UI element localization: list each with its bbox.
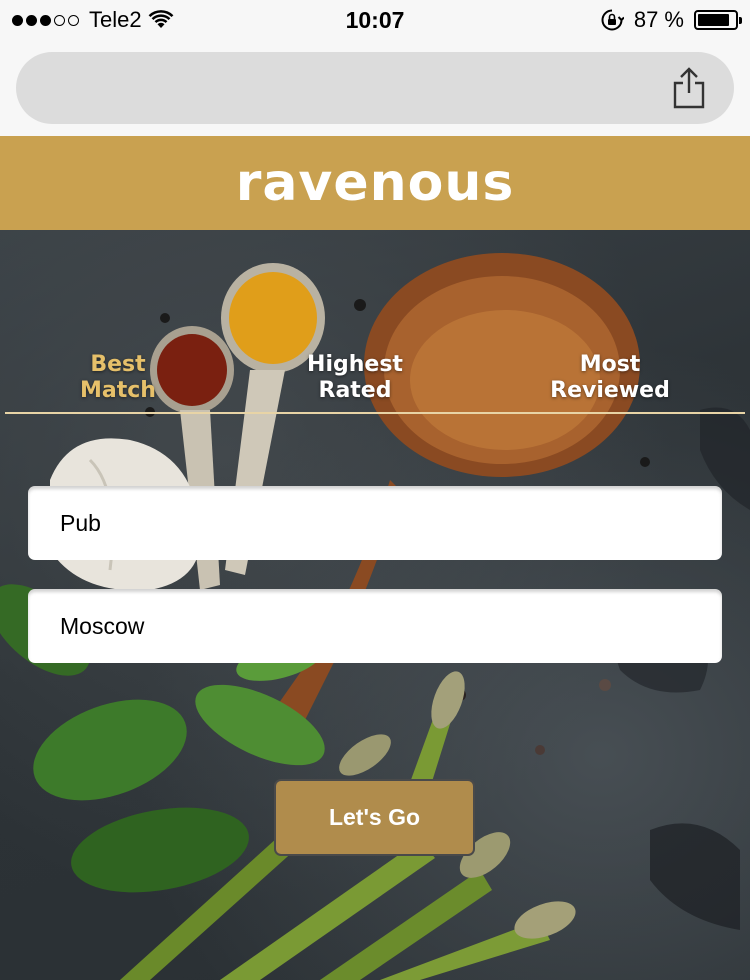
location-input[interactable] — [28, 589, 722, 663]
status-left: Tele2 — [12, 7, 174, 33]
signal-dot — [68, 14, 79, 26]
signal-strength-icon — [12, 14, 79, 26]
signal-dot — [12, 14, 23, 26]
tab-label-line: Best — [90, 352, 146, 377]
sort-tab-highest-rated[interactable]: Highest Rated — [295, 352, 415, 404]
battery-fill — [698, 14, 730, 26]
tab-label-line: Highest — [307, 352, 403, 377]
signal-dot — [26, 14, 37, 26]
app-header: ravenous — [0, 136, 750, 230]
app-title: ravenous — [235, 153, 515, 213]
carrier-name: Tele2 — [89, 7, 142, 32]
signal-dot — [40, 14, 51, 26]
rotation-lock-icon — [601, 9, 624, 31]
battery-icon — [694, 10, 742, 30]
share-icon[interactable] — [668, 66, 710, 110]
browser-toolbar — [0, 40, 750, 136]
signal-dot — [54, 14, 65, 26]
battery-percentage: 87 % — [633, 7, 684, 32]
sort-options: Best Match Highest Rated Most Reviewed — [5, 352, 745, 414]
status-right: 87 % — [600, 7, 742, 33]
address-bar[interactable] — [16, 52, 734, 124]
tab-label-line: Reviewed — [550, 378, 670, 403]
lets-go-button[interactable]: Let's Go — [274, 779, 475, 856]
tab-label-line: Match — [80, 378, 156, 403]
tab-label-line: Most — [579, 352, 641, 377]
sort-tab-most-reviewed[interactable]: Most Reviewed — [535, 352, 685, 404]
search-term-input[interactable] — [28, 486, 722, 560]
status-bar: Tele2 10:07 87 % — [0, 0, 750, 40]
wifi-icon — [148, 10, 173, 28]
tab-label-line: Rated — [318, 378, 392, 403]
sort-tab-best-match[interactable]: Best Match — [63, 352, 173, 404]
